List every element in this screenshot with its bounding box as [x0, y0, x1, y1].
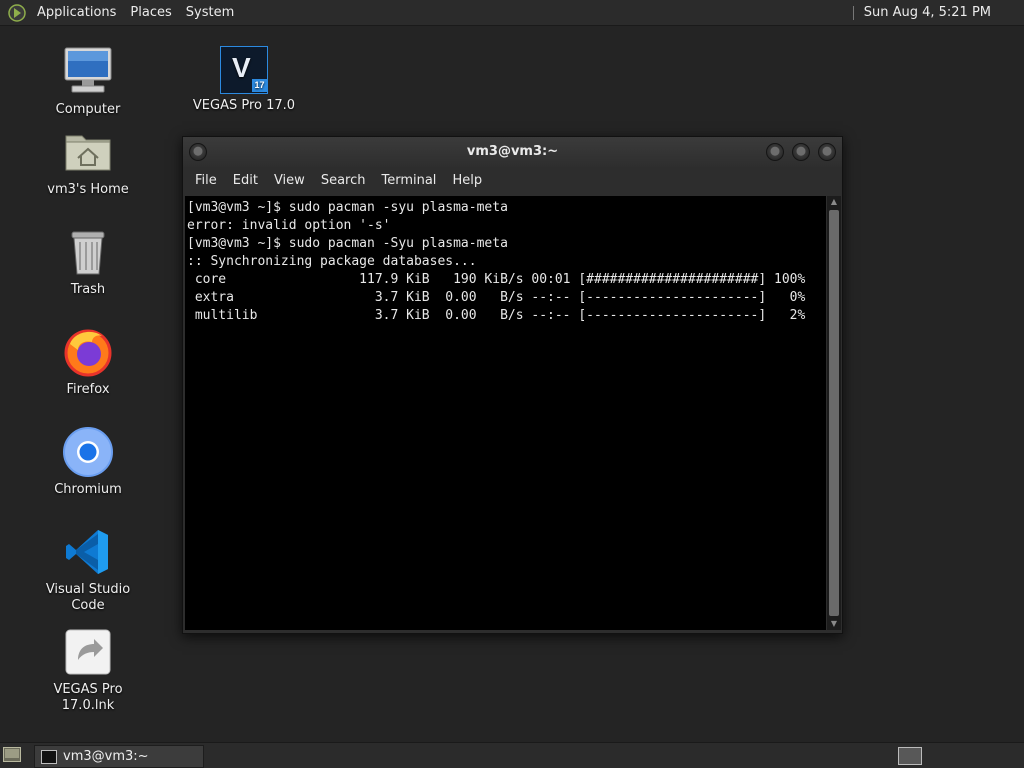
clock[interactable]: Sun Aug 4, 5:21 PM [864, 5, 1024, 20]
terminal-line: core 117.9 KiB 190 KiB/s 00:01 [########… [187, 272, 806, 287]
taskbar-terminal-button[interactable]: vm3@vm3:~ [34, 745, 204, 768]
vegas-icon: V 17 [220, 46, 268, 94]
applications-menu[interactable]: Applications [30, 0, 123, 25]
terminal-window: vm3@vm3:~ File Edit View Search Terminal… [182, 136, 843, 634]
desktop-icon-computer[interactable]: Computer [28, 46, 148, 118]
minimize-button[interactable] [766, 143, 784, 161]
menu-search[interactable]: Search [313, 167, 374, 195]
menu-view[interactable]: View [266, 167, 313, 195]
computer-icon [62, 46, 114, 98]
show-desktop-icon[interactable] [3, 747, 21, 762]
desktop-icon-home[interactable]: vm3's Home [28, 126, 148, 198]
menu-help[interactable]: Help [444, 167, 490, 195]
places-menu[interactable]: Places [123, 0, 178, 25]
firefox-icon [62, 326, 114, 378]
vegas-letter: V [232, 52, 251, 83]
scrollbar-thumb[interactable] [829, 210, 839, 616]
close-button[interactable] [818, 143, 836, 161]
trash-icon [62, 226, 114, 278]
desktop-icon-vscode[interactable]: Visual Studio Code [28, 526, 148, 614]
desktop-icon-label: Computer [55, 102, 121, 117]
desktop-icon-trash[interactable]: Trash [28, 226, 148, 298]
terminal-line: extra 3.7 KiB 0.00 B/s --:-- [----------… [187, 290, 806, 305]
desktop-icon-firefox[interactable]: Firefox [28, 326, 148, 398]
system-menu[interactable]: System [179, 0, 241, 25]
window-menu-button[interactable] [189, 143, 207, 161]
scroll-up-arrow-icon[interactable]: ▲ [827, 196, 841, 208]
bottom-panel: vm3@vm3:~ [0, 742, 1024, 768]
desktop-icon-vegas-lnk[interactable]: VEGAS Pro 17.0.lnk [28, 626, 148, 714]
panel-separator [852, 5, 854, 20]
desktop-icon-label: VEGAS Pro 17.0.lnk [53, 682, 123, 713]
desktop-icon-label: Visual Studio Code [45, 582, 131, 613]
terminal-scrollbar[interactable]: ▲ ▼ [827, 196, 841, 630]
panel-menu: Applications Places System [0, 0, 241, 25]
window-title: vm3@vm3:~ [466, 144, 559, 159]
terminal-line: [vm3@vm3 ~]$ sudo pacman -Syu plasma-met… [187, 236, 508, 251]
desktop-icon-label: Chromium [54, 482, 122, 497]
desktop-icon-label: Trash [70, 282, 106, 297]
desktop-icon-chromium[interactable]: Chromium [28, 426, 148, 498]
applications-icon[interactable] [8, 3, 26, 22]
menu-edit[interactable]: Edit [225, 167, 266, 195]
terminal-line: [vm3@vm3 ~]$ sudo pacman -syu plasma-met… [187, 200, 508, 215]
vscode-icon [62, 526, 114, 578]
terminal-line: multilib 3.7 KiB 0.00 B/s --:-- [-------… [187, 308, 806, 323]
menu-file[interactable]: File [187, 167, 225, 195]
terminal-output[interactable]: [vm3@vm3 ~]$ sudo pacman -syu plasma-met… [185, 196, 826, 630]
maximize-button[interactable] [792, 143, 810, 161]
desktop-icon-vegas[interactable]: V 17 VEGAS Pro 17.0 [184, 46, 304, 114]
shortcut-icon [62, 626, 114, 678]
terminal-icon [41, 749, 57, 764]
terminal-line: error: invalid option '-s' [187, 218, 391, 233]
workspace-switcher[interactable] [898, 747, 922, 765]
terminal-menubar: File Edit View Search Terminal Help [183, 167, 842, 195]
menu-terminal[interactable]: Terminal [373, 167, 444, 195]
desktop-icon-label: vm3's Home [47, 182, 129, 197]
window-titlebar[interactable]: vm3@vm3:~ [183, 137, 842, 167]
taskbar-button-label: vm3@vm3:~ [63, 749, 149, 764]
terminal-line: :: Synchronizing package databases... [187, 254, 477, 269]
scroll-down-arrow-icon[interactable]: ▼ [827, 618, 841, 630]
desktop-icon-label: Firefox [66, 382, 110, 397]
chromium-icon [62, 426, 114, 478]
home-folder-icon [62, 126, 114, 178]
vegas-version-badge: 17 [252, 79, 267, 92]
desktop-icon-label: VEGAS Pro 17.0 [192, 98, 296, 113]
top-panel: Applications Places System Sun Aug 4, 5:… [0, 0, 1024, 26]
